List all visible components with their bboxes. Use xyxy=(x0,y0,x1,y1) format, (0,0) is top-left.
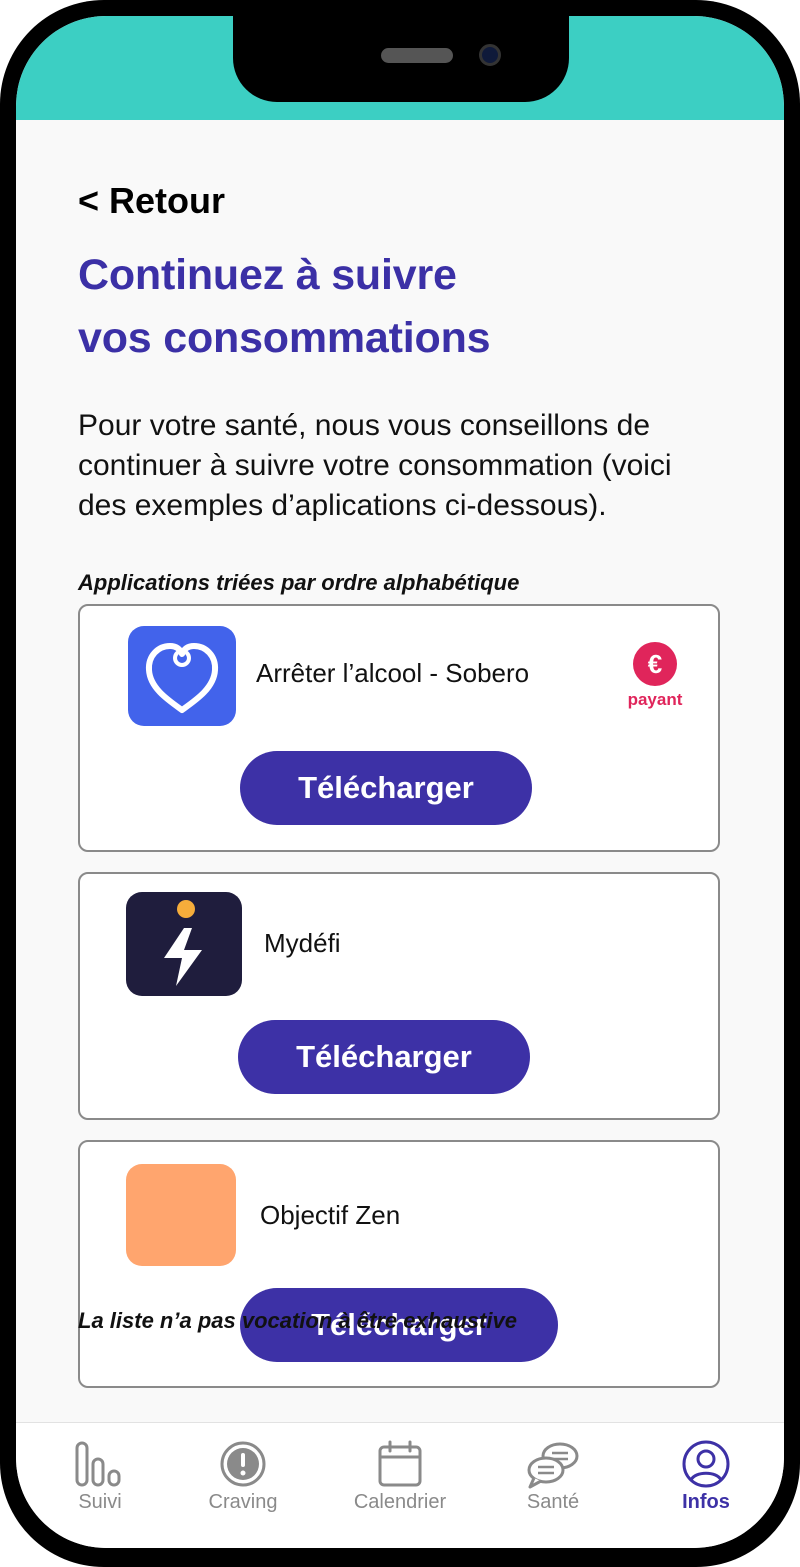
tab-bar: Suivi Craving Calendrier Santé Infos xyxy=(16,1422,784,1548)
app-card-mydefi: Mydéfi Télécharger xyxy=(78,872,720,1120)
heart-icon xyxy=(128,626,236,726)
tab-label-infos: Infos xyxy=(682,1491,730,1513)
user-icon xyxy=(682,1440,730,1488)
euro-icon: € xyxy=(633,642,677,686)
tab-suivi[interactable]: Suivi xyxy=(30,1439,170,1514)
tab-label-craving: Craving xyxy=(208,1491,278,1513)
app-name-mydefi: Mydéfi xyxy=(264,928,341,958)
tab-label-suivi: Suivi xyxy=(78,1491,122,1513)
tab-sante[interactable]: Santé xyxy=(483,1439,623,1514)
paid-badge: € payant xyxy=(620,642,690,710)
tab-infos[interactable]: Infos xyxy=(636,1439,776,1514)
page-title: Continuez à suivre vos consommations xyxy=(78,244,638,370)
download-button-sobero[interactable]: Télécharger xyxy=(240,751,532,825)
speaker xyxy=(381,48,453,63)
intro-text: Pour votre santé, nous vous conseillons … xyxy=(78,409,672,522)
app-card-objectif-zen: Objectif Zen Télécharger xyxy=(78,1140,720,1388)
phone-frame: < Retour Continuez à suivre vos consomma… xyxy=(0,0,800,1567)
page-title-line1: Continuez à suivre xyxy=(78,251,457,299)
calendar-icon xyxy=(378,1440,422,1487)
page-title-line2: vos consommations xyxy=(78,314,491,362)
paid-label: payant xyxy=(627,690,683,709)
lightning-icon xyxy=(126,892,242,996)
list-disclaimer: La liste n’a pas vocation à être exhaust… xyxy=(78,1308,517,1333)
download-button-mydefi[interactable]: Télécharger xyxy=(238,1020,530,1094)
blank-app-icon xyxy=(126,1164,236,1266)
tab-calendrier[interactable]: Calendrier xyxy=(330,1439,470,1514)
tab-label-sante: Santé xyxy=(526,1491,580,1513)
tab-craving[interactable]: Craving xyxy=(173,1439,313,1514)
alert-icon xyxy=(220,1441,266,1487)
tab-label-calendrier: Calendrier xyxy=(353,1491,447,1513)
bar-chart-icon xyxy=(75,1441,121,1487)
app-name-objectif-zen: Objectif Zen xyxy=(260,1200,401,1230)
app-card-sobero: Arrêter l’alcool - Sobero € payant Téléc… xyxy=(78,604,720,852)
camera-icon xyxy=(479,44,501,66)
notch xyxy=(233,16,569,102)
app-name-sobero: Arrêter l’alcool - Sobero xyxy=(256,658,530,688)
screen: < Retour Continuez à suivre vos consomma… xyxy=(16,16,784,1548)
sort-note: Applications triées par ordre alphabétiq… xyxy=(78,570,520,595)
back-link[interactable]: < Retour xyxy=(78,180,225,222)
chat-bubbles-icon xyxy=(527,1442,579,1489)
